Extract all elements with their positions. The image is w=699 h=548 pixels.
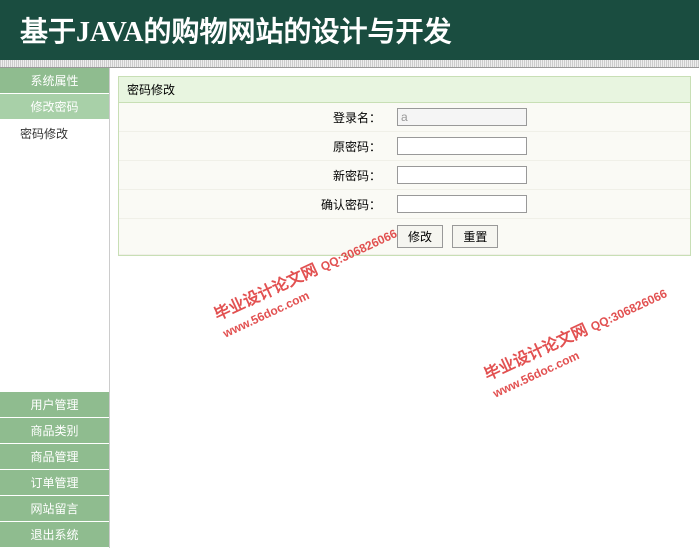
sidebar-subitem-password-modify[interactable]: 密码修改 <box>0 120 109 147</box>
watermark-url: www.56doc.com <box>491 303 679 402</box>
sidebar-item-category[interactable]: 商品类别 <box>0 418 109 444</box>
sidebar-item-messages[interactable]: 网站留言 <box>0 496 109 522</box>
watermark-2: 毕业设计论文网 QQ:306826066 www.56doc.com <box>481 283 678 403</box>
username-cell <box>389 103 690 132</box>
password-form: 登录名： 原密码： 新密码： <box>119 103 690 255</box>
sidebar-top: 系统属性 修改密码 密码修改 <box>0 68 109 147</box>
button-cell: 修改 重置 <box>389 219 690 255</box>
username-label: 登录名： <box>119 103 389 132</box>
sidebar-item-change-password[interactable]: 修改密码 <box>0 94 109 120</box>
new-password-label: 新密码： <box>119 161 389 190</box>
watermark-qq: QQ:306826066 <box>588 286 669 334</box>
panel-title: 密码修改 <box>119 77 690 103</box>
page-title: 基于JAVA的购物网站的设计与开发 <box>20 17 451 48</box>
row-new-password: 新密码： <box>119 161 690 190</box>
confirm-password-input[interactable] <box>397 195 527 213</box>
sidebar-bottom: 用户管理 商品类别 商品管理 订单管理 网站留言 退出系统 <box>0 392 109 548</box>
sidebar-item-user-mgmt[interactable]: 用户管理 <box>0 392 109 418</box>
confirm-password-cell <box>389 190 690 219</box>
sidebar: 系统属性 修改密码 密码修改 用户管理 商品类别 商品管理 订单管理 网站留言 … <box>0 68 110 548</box>
watermark-text: 毕业设计论文网 <box>212 261 321 324</box>
page-header: 基于JAVA的购物网站的设计与开发 <box>0 0 699 60</box>
modify-button[interactable]: 修改 <box>397 225 443 248</box>
new-password-input[interactable] <box>397 166 527 184</box>
top-divider <box>0 60 699 68</box>
button-spacer <box>119 219 389 255</box>
watermark-url: www.56doc.com <box>221 243 409 342</box>
sidebar-spacer <box>0 147 109 392</box>
watermark-text: 毕业设计论文网 <box>482 321 591 384</box>
sidebar-item-system[interactable]: 系统属性 <box>0 68 109 94</box>
sidebar-item-logout[interactable]: 退出系统 <box>0 522 109 548</box>
row-confirm-password: 确认密码： <box>119 190 690 219</box>
old-password-cell <box>389 132 690 161</box>
sidebar-item-product-mgmt[interactable]: 商品管理 <box>0 444 109 470</box>
row-buttons: 修改 重置 <box>119 219 690 255</box>
main-content: 密码修改 登录名： 原密码： 新密码： <box>110 68 699 548</box>
sidebar-item-order-mgmt[interactable]: 订单管理 <box>0 470 109 496</box>
password-panel: 密码修改 登录名： 原密码： 新密码： <box>118 76 691 256</box>
main-container: 系统属性 修改密码 密码修改 用户管理 商品类别 商品管理 订单管理 网站留言 … <box>0 68 699 548</box>
confirm-password-label: 确认密码： <box>119 190 389 219</box>
old-password-label: 原密码： <box>119 132 389 161</box>
old-password-input[interactable] <box>397 137 527 155</box>
row-old-password: 原密码： <box>119 132 690 161</box>
new-password-cell <box>389 161 690 190</box>
row-username: 登录名： <box>119 103 690 132</box>
reset-button[interactable]: 重置 <box>452 225 498 248</box>
username-input <box>397 108 527 126</box>
